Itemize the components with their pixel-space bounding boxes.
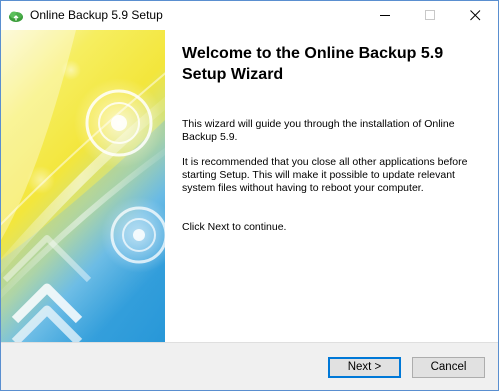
- next-button[interactable]: Next >: [328, 357, 401, 378]
- window-title: Online Backup 5.9 Setup: [30, 8, 163, 22]
- minimize-icon: [380, 15, 390, 16]
- setup-wizard-window: Online Backup 5.9 Setup Welcome to the O…: [0, 0, 499, 391]
- intro-text: This wizard will guide you through the i…: [182, 118, 455, 143]
- wizard-content: Welcome to the Online Backup 5.9 Setup W…: [165, 30, 498, 342]
- minimize-button[interactable]: [363, 1, 408, 30]
- wizard-banner-image: [1, 30, 165, 342]
- close-icon: [470, 10, 481, 21]
- button-bar: Next > Cancel: [1, 342, 498, 390]
- maximize-button[interactable]: [408, 1, 453, 30]
- title-bar[interactable]: Online Backup 5.9 Setup: [1, 1, 498, 30]
- recommendation-text: It is recommended that you close all oth…: [182, 156, 468, 194]
- page-title: Welcome to the Online Backup 5.9 Setup W…: [182, 45, 444, 83]
- maximize-icon: [425, 10, 435, 20]
- app-icon[interactable]: [8, 8, 24, 24]
- cancel-button[interactable]: Cancel: [412, 357, 485, 378]
- continue-instruction: Click Next to continue.: [182, 221, 287, 233]
- close-button[interactable]: [453, 1, 498, 30]
